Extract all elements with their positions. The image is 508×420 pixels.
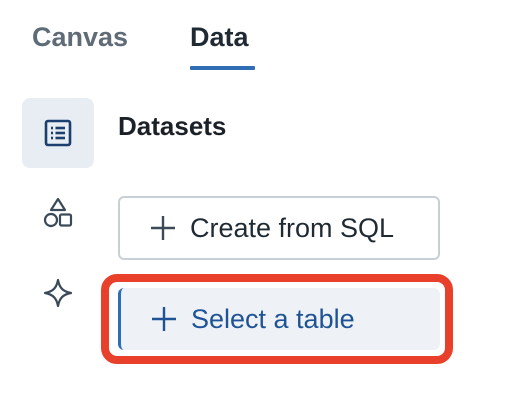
shapes-icon	[43, 197, 73, 228]
select-a-table-button[interactable]: Select a table	[118, 288, 440, 350]
create-from-sql-button[interactable]: Create from SQL	[118, 196, 440, 260]
sparkle-icon	[43, 278, 73, 308]
tab-data[interactable]: Data	[190, 20, 249, 54]
rail-item-assistant[interactable]	[22, 258, 94, 328]
rail-item-shapes[interactable]	[22, 178, 94, 248]
plus-icon	[152, 307, 176, 331]
active-tab-indicator	[190, 66, 255, 70]
list-icon	[44, 119, 72, 147]
tab-canvas[interactable]: Canvas	[32, 20, 128, 54]
section-title: Datasets	[118, 111, 227, 141]
plus-icon	[151, 216, 175, 240]
select-a-table-label: Select a table	[191, 303, 355, 334]
rail-item-datasets[interactable]	[22, 98, 94, 168]
create-from-sql-label: Create from SQL	[190, 212, 395, 243]
